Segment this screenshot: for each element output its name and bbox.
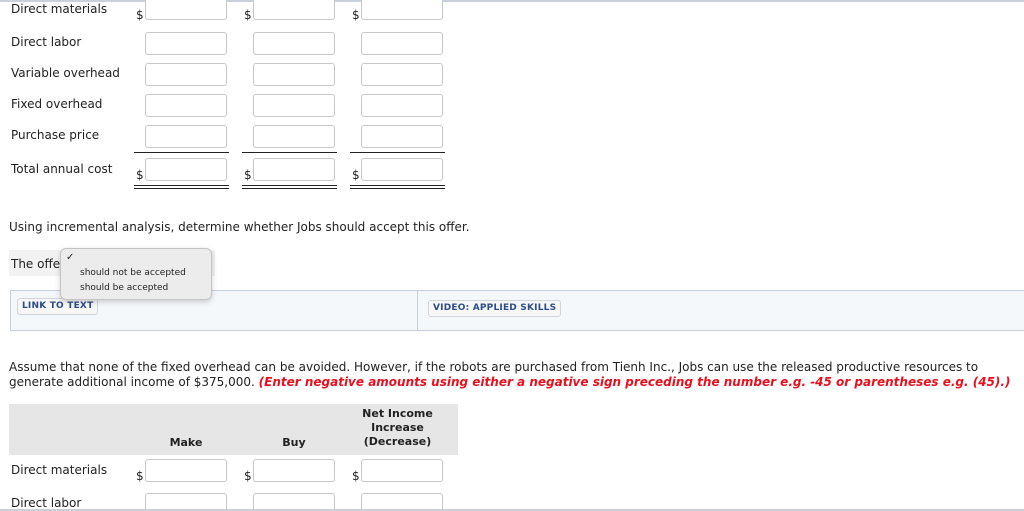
make-fixed-overhead-input[interactable] (145, 94, 227, 117)
link-to-text-button[interactable]: LINK TO TEXT (17, 298, 99, 315)
row-label-total-annual-cost: Total annual cost (11, 162, 113, 176)
net-direct-materials-input[interactable] (361, 0, 443, 20)
header-line: Net Income (362, 407, 433, 420)
dollar-sign: $ (136, 469, 144, 483)
net-purchase-price-input[interactable] (361, 125, 443, 148)
negative-amount-instruction: (Enter negative amounts using either a n… (258, 375, 1011, 389)
offer-dropdown-menu[interactable]: ✓ should not be accepted should be accep… (60, 248, 212, 300)
total-double-rule (242, 185, 337, 189)
row-label-direct-materials: Direct materials (11, 2, 108, 16)
row-label-fixed-overhead: Fixed overhead (11, 97, 103, 111)
buy-purchase-price-input[interactable] (253, 125, 335, 148)
part2-buy-direct-materials-input[interactable] (253, 459, 335, 482)
column-header-net-income: Net Income Increase (Decrease) (350, 407, 445, 449)
column-header-make: Make (169, 436, 203, 449)
row-label-variable-overhead: Variable overhead (11, 66, 120, 80)
make-direct-materials-input[interactable] (145, 0, 227, 20)
net-fixed-overhead-input[interactable] (361, 94, 443, 117)
dollar-sign: $ (352, 469, 360, 483)
subtotal-rule (242, 152, 337, 153)
part2-make-direct-materials-input[interactable] (145, 459, 227, 482)
dollar-sign: $ (244, 168, 252, 182)
column-header-buy: Buy (282, 436, 306, 449)
buy-total-annual-cost-input[interactable] (253, 158, 335, 181)
dropdown-option-should-be-accepted[interactable]: should be accepted (80, 283, 168, 293)
header-line: Increase (371, 421, 424, 434)
dropdown-option-should-not-be-accepted[interactable]: should not be accepted (80, 268, 186, 278)
net-total-annual-cost-input[interactable] (361, 158, 443, 181)
make-purchase-price-input[interactable] (145, 125, 227, 148)
question-text: Using incremental analysis, determine wh… (9, 220, 470, 234)
dollar-sign: $ (244, 469, 252, 483)
total-double-rule (350, 185, 445, 189)
buy-direct-labor-input[interactable] (253, 32, 335, 55)
buy-fixed-overhead-input[interactable] (253, 94, 335, 117)
row-label-direct-materials: Direct materials (11, 463, 108, 477)
row-label-direct-labor: Direct labor (11, 496, 82, 510)
row-label-purchase-price: Purchase price (11, 128, 100, 142)
checkmark-icon: ✓ (66, 252, 75, 263)
panel-divider (417, 290, 418, 331)
header-line: (Decrease) (363, 435, 432, 448)
net-variable-overhead-input[interactable] (361, 63, 443, 86)
dollar-sign: $ (352, 168, 360, 182)
make-variable-overhead-input[interactable] (145, 63, 227, 86)
buy-variable-overhead-input[interactable] (253, 63, 335, 86)
dollar-sign: $ (352, 8, 360, 22)
video-applied-skills-button[interactable]: VIDEO: APPLIED SKILLS (428, 300, 562, 317)
row-label-direct-labor: Direct labor (11, 35, 82, 49)
dollar-sign: $ (136, 8, 144, 22)
dollar-sign: $ (244, 8, 252, 22)
net-direct-labor-input[interactable] (361, 32, 443, 55)
subtotal-rule (134, 152, 229, 153)
make-total-annual-cost-input[interactable] (145, 158, 227, 181)
buy-direct-materials-input[interactable] (253, 0, 335, 20)
subtotal-rule (350, 152, 445, 153)
part2-net-direct-materials-input[interactable] (361, 459, 443, 482)
part2-paragraph: Assume that none of the fixed overhead c… (9, 360, 1024, 390)
make-direct-labor-input[interactable] (145, 32, 227, 55)
offer-prefix: The offe (11, 257, 61, 271)
total-double-rule (134, 185, 229, 189)
dollar-sign: $ (136, 168, 144, 182)
